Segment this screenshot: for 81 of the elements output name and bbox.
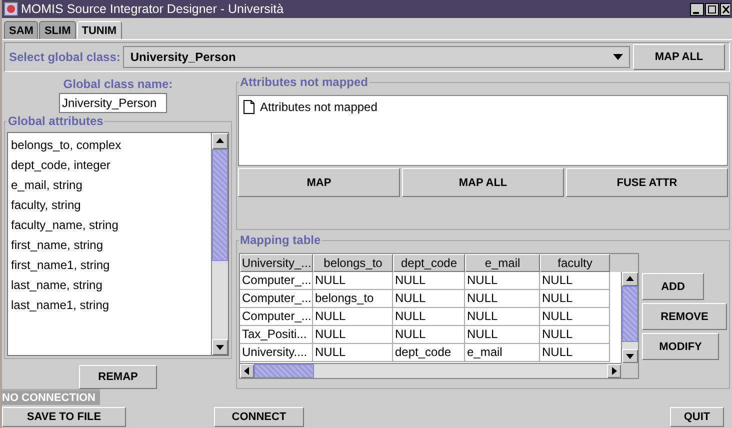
table-cell: NULL [465, 272, 540, 290]
action-button[interactable]: MAP ALL [402, 168, 564, 197]
table-cell: NULL [465, 290, 540, 308]
document-icon [243, 100, 255, 114]
table-cell: NULL [540, 272, 610, 290]
global-class-dropdown[interactable]: University_Person [123, 46, 630, 68]
tab[interactable]: TUNIM [76, 21, 122, 39]
table-cell: NULL [540, 344, 610, 362]
column-header[interactable]: e_mail [465, 254, 540, 272]
class-name-field[interactable]: Jniversity_Person [59, 93, 167, 113]
panel-title: Global attributes [7, 114, 104, 128]
action-button[interactable]: SAVE TO FILE [2, 407, 126, 427]
scroll-down-icon[interactable] [622, 349, 638, 363]
table-cell: Computer_... [240, 290, 313, 308]
column-header[interactable]: belongs_to [313, 254, 393, 272]
window-title: MOMIS Source Integrator Designer - Università [21, 2, 284, 16]
field-label: Global class name: [63, 77, 173, 91]
table-cell: Computer_... [240, 272, 313, 290]
table-cell: e_mail [465, 344, 540, 362]
column-header[interactable]: faculty [540, 254, 610, 272]
table-cell: NULL [465, 326, 540, 344]
attribute-item[interactable]: e_mail, string [8, 174, 211, 195]
scroll-up-icon[interactable] [212, 132, 228, 149]
table-cell: NULL [393, 290, 465, 308]
table-cell: Tax_Positi... [240, 326, 313, 344]
list-item[interactable]: Attributes not mapped [260, 100, 378, 114]
maximize-icon[interactable] [705, 2, 719, 16]
table-cell: NULL [540, 326, 610, 344]
attribute-item[interactable]: faculty_name, string [8, 214, 211, 235]
action-button[interactable]: CONNECT [214, 407, 304, 427]
table-cell: NULL [393, 272, 465, 290]
table-cell: NULL [313, 308, 393, 326]
scroll-down-icon[interactable] [212, 339, 228, 356]
attribute-item[interactable]: last_name1, string [8, 294, 211, 315]
close-icon[interactable] [720, 2, 730, 16]
scroll-thumb[interactable] [212, 148, 228, 261]
table-cell: NULL [393, 308, 465, 326]
scroll-thumb[interactable] [622, 286, 638, 342]
app-icon [4, 2, 18, 16]
table-cell: NULL [540, 308, 610, 326]
action-button[interactable]: MAP [238, 168, 400, 197]
tab[interactable]: SLIM [39, 21, 76, 39]
action-button[interactable]: FUSE ATTR [566, 168, 728, 197]
table-cell: NULL [540, 290, 610, 308]
table-cell: belongs_to [313, 290, 393, 308]
panel-title: Mapping table [239, 233, 322, 247]
attribute-item[interactable]: first_name, string [8, 234, 211, 255]
column-header[interactable]: University_... [240, 254, 313, 272]
scrollbar[interactable] [240, 363, 621, 378]
table-cell: Computer_... [240, 308, 313, 326]
attribute-item[interactable]: faculty, string [8, 194, 211, 215]
action-button[interactable]: REMOVE [642, 303, 727, 330]
remap-button[interactable]: REMAP [79, 365, 157, 389]
panel-title: Attributes not mapped [239, 75, 369, 89]
scroll-left-icon[interactable] [240, 364, 254, 378]
table-cell: NULL [313, 272, 393, 290]
action-button[interactable]: QUIT [670, 407, 724, 427]
scroll-right-icon[interactable] [607, 364, 621, 378]
map-all-button[interactable]: MAP ALL [633, 44, 725, 70]
scrollbar[interactable] [621, 272, 638, 363]
attribute-item[interactable]: dept_code, integer [8, 154, 211, 175]
action-button[interactable]: MODIFY [642, 333, 719, 360]
column-header[interactable]: dept_code [393, 254, 465, 272]
scroll-up-icon[interactable] [622, 272, 638, 286]
caret-icon [613, 54, 623, 60]
attribute-item[interactable]: first_name1, string [8, 254, 211, 275]
table-cell: NULL [393, 326, 465, 344]
attribute-item[interactable]: last_name, string [8, 274, 211, 295]
tab[interactable]: SAM [4, 21, 38, 39]
select-label: Select global class: [9, 50, 120, 64]
status-text: NO CONNECTION [2, 389, 100, 405]
scrollbar[interactable] [211, 132, 228, 356]
table-cell: dept_code [393, 344, 465, 362]
scroll-thumb[interactable] [254, 364, 314, 378]
table-cell: University.... [240, 344, 313, 362]
table-cell: NULL [313, 326, 393, 344]
action-button[interactable]: ADD [642, 273, 704, 300]
table-cell: NULL [465, 308, 540, 326]
attribute-item[interactable]: belongs_to, complex [8, 134, 211, 155]
minimize-icon[interactable] [690, 2, 704, 16]
table-cell: NULL [313, 344, 393, 362]
